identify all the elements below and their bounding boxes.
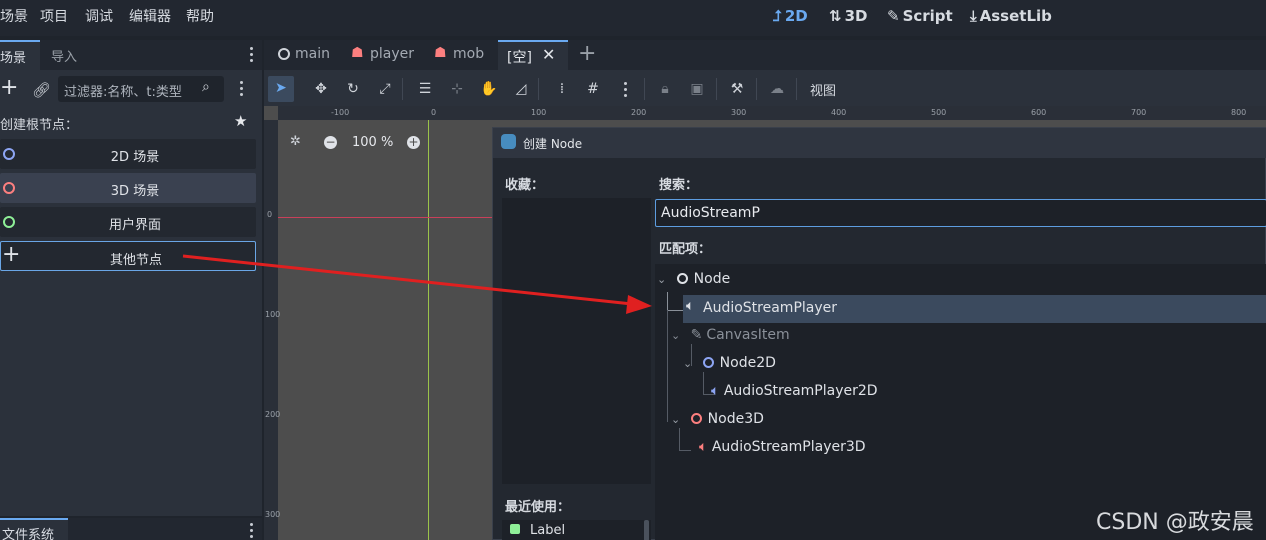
watermark: CSDN @政安晨	[1096, 510, 1254, 535]
editor-window: 场景 项目 调试 编辑器 帮助 ⮥ 2D ⇅ 3D ✎ Script ⤓ AssetLi…	[0, 0, 1266, 540]
annotation-arrow	[182, 254, 652, 314]
